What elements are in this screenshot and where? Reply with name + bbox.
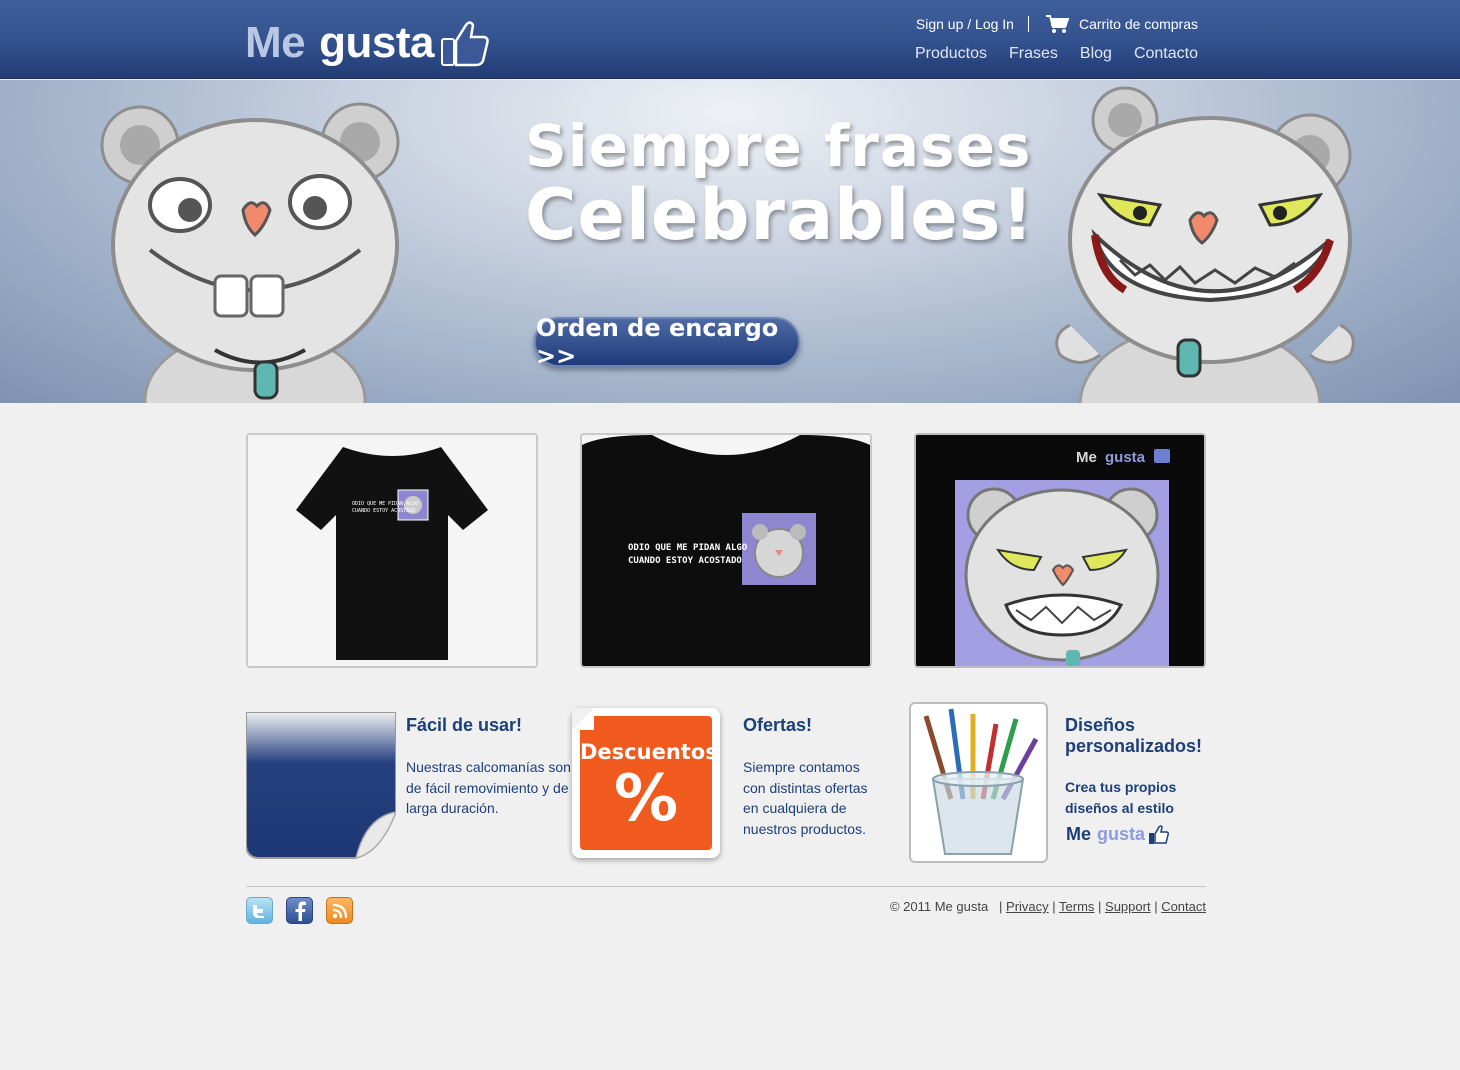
page-curl-icon	[572, 708, 594, 730]
tshirt-small-text-1: ODIO QUE ME PIDAN ALGO	[352, 501, 418, 507]
copyright-text: © 2011 Me gusta	[889, 899, 989, 914]
feature-text-easy: Nuestras calcomanías son de fácil removi…	[406, 759, 571, 816]
footer-divider	[246, 886, 1206, 887]
hero-title-line2: Celebrables!	[525, 174, 1035, 256]
rss-icon[interactable]	[326, 897, 353, 924]
custom-logo-gusta: gusta	[1097, 824, 1146, 844]
hero-banner: Siempre frases Celebrables! Orden de enc…	[0, 80, 1460, 403]
logo-gusta-text: gusta	[319, 18, 434, 67]
discount-badge: Descuentos %	[572, 708, 720, 858]
cart-icon	[1045, 15, 1069, 33]
nav-blog[interactable]: Blog	[1080, 45, 1112, 63]
order-button[interactable]: Orden de encargo >>	[534, 314, 800, 370]
feature-title-easy: Fácil de usar!	[406, 715, 523, 735]
happy-bear-illustration	[100, 102, 400, 403]
tshirt-detail-text-2: CUANDO ESTOY ACOSTADO	[628, 556, 742, 566]
feature-title-offers: Ofertas!	[743, 715, 813, 735]
top-links: Sign up / Log In Carrito de compras	[916, 14, 1198, 34]
poster-image: Me gusta	[916, 435, 1204, 666]
feature-text-custom: Crea tus propios diseños al estilo	[1065, 779, 1177, 816]
product-poster[interactable]: Me gusta	[914, 433, 1206, 668]
site-logo[interactable]: Me gusta	[245, 18, 490, 68]
feature-title-custom: Diseños personalizados!	[1065, 715, 1203, 756]
hero-title: Siempre frases Celebrables!	[525, 112, 1034, 256]
twitter-icon[interactable]	[246, 897, 273, 924]
signup-login-link[interactable]: Sign up / Log In	[916, 16, 1014, 32]
tshirt-image: ODIO QUE ME PIDAN ALGO CUANDO ESTOY ACOS…	[248, 435, 536, 666]
tshirt-detail-text-1: ODIO QUE ME PIDAN ALGO	[628, 543, 748, 553]
custom-logo: Me gusta	[1066, 824, 1170, 845]
cart-link[interactable]: Carrito de compras	[1045, 14, 1198, 34]
facebook-icon[interactable]	[286, 897, 313, 924]
pencils-icon	[923, 708, 1039, 855]
hero-title-line1: Siempre frases	[525, 112, 1032, 180]
sticker-peel-icon	[246, 712, 396, 860]
feature-text-offers: Siempre contamos con distintas ofertas e…	[743, 759, 868, 837]
tshirt-detail-image: ODIO QUE ME PIDAN ALGO CUANDO ESTOY ACOS…	[582, 435, 870, 666]
product-tshirt-front[interactable]: ODIO QUE ME PIDAN ALGO CUANDO ESTOY ACOS…	[246, 433, 538, 668]
tshirt-small-text-2: CUANDO ESTOY ACOSTADO	[352, 508, 415, 514]
poster-logo-me: Me	[1076, 449, 1097, 466]
footer-link-privacy[interactable]: Privacy	[1006, 899, 1049, 914]
thumbs-up-icon	[440, 21, 489, 67]
divider	[1027, 16, 1029, 32]
nav-frases[interactable]: Frases	[1009, 45, 1058, 63]
site-header: Me gusta Sign up / Log In Carrito de com…	[0, 0, 1460, 79]
custom-logo-me: Me	[1066, 824, 1092, 844]
pencil-cup-image	[909, 702, 1048, 863]
main-nav: Productos Frases Blog Contacto	[915, 45, 1198, 63]
footer-link-terms[interactable]: Terms	[1059, 899, 1094, 914]
nav-contacto[interactable]: Contacto	[1134, 45, 1198, 63]
cart-label: Carrito de compras	[1078, 16, 1198, 32]
footer-copyright: © 2011 Me gusta | Privacy | Terms | Supp…	[889, 899, 1206, 914]
nav-productos[interactable]: Productos	[915, 45, 987, 63]
thumbs-up-icon	[1149, 824, 1170, 844]
percent-symbol: %	[613, 762, 679, 836]
product-tshirt-detail[interactable]: ODIO QUE ME PIDAN ALGO CUANDO ESTOY ACOS…	[580, 433, 872, 668]
footer-link-contact[interactable]: Contact	[1161, 899, 1206, 914]
angry-bear-illustration	[1055, 86, 1355, 403]
poster-logo-gusta: gusta	[1105, 449, 1146, 466]
discount-label: Descuentos	[580, 740, 718, 764]
footer-link-support[interactable]: Support	[1105, 899, 1151, 914]
logo-me-text: Me	[245, 18, 306, 67]
